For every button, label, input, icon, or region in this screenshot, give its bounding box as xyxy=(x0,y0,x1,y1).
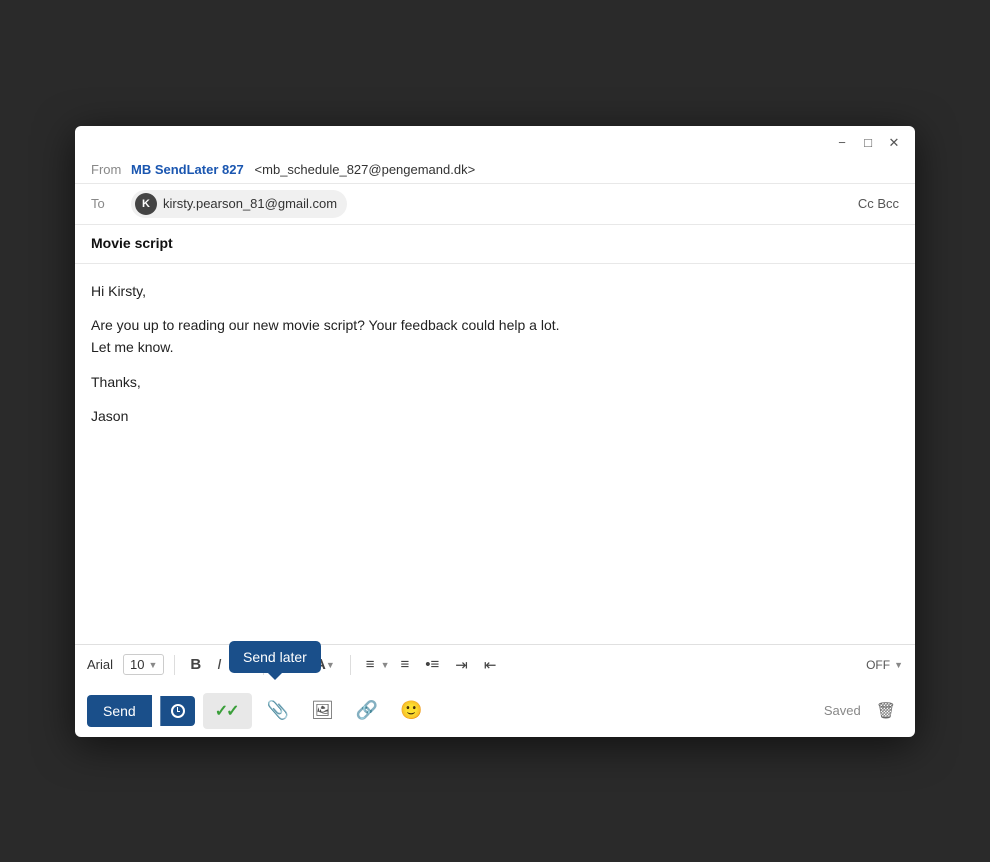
chevron-down-icon: ▼ xyxy=(894,660,903,670)
close-button[interactable]: ✕ xyxy=(885,134,903,152)
checkmark-icon-2: ✓ xyxy=(226,701,239,721)
italic-button[interactable]: I xyxy=(212,653,226,676)
emoji-icon: 🙂 xyxy=(400,700,422,720)
ordered-list-button[interactable]: ≡ xyxy=(395,653,414,676)
delete-button[interactable]: 🗑 xyxy=(869,696,903,726)
send-label: Send xyxy=(103,703,136,719)
sender-name: MB SendLater 827 xyxy=(131,162,244,177)
body-content: Are you up to reading our new movie scri… xyxy=(91,314,899,359)
title-bar: − □ ✕ xyxy=(75,126,915,156)
trash-icon: 🗑 xyxy=(876,703,896,720)
cc-bcc-button[interactable]: Cc Bcc xyxy=(858,196,899,211)
avatar: K xyxy=(135,193,157,215)
insert-emoji-button[interactable]: 🙂 xyxy=(393,695,429,726)
font-name-label: Arial xyxy=(87,657,113,672)
body-thanks: Thanks, xyxy=(91,371,899,393)
image-icon: 🖼 xyxy=(311,700,334,720)
unordered-list-button[interactable]: •≡ xyxy=(420,653,444,676)
recipient-email: kirsty.pearson_81@gmail.com xyxy=(163,196,337,211)
formatting-toolbar: Arial 10 ▼ B I U A ▼ A ▼ ≡ ▼ ≡ •≡ ⇥ xyxy=(75,644,915,685)
chevron-down-icon: ▼ xyxy=(326,660,335,670)
off-label: OFF xyxy=(866,658,890,672)
font-size-dropdown[interactable]: 10 ▼ xyxy=(123,654,164,675)
to-label: To xyxy=(91,196,131,211)
from-row: From MB SendLater 827 <mb_schedule_827@p… xyxy=(75,156,915,184)
send-scheduled-button[interactable] xyxy=(160,696,195,726)
subject-text: Movie script xyxy=(91,235,173,251)
clock-icon xyxy=(171,704,185,718)
action-bar: Send later Send ✓ ✓ 📎 🖼 🔗 🙂 Saved 🗑 xyxy=(75,685,915,737)
align-button[interactable]: ≡ xyxy=(361,653,380,676)
separator-3 xyxy=(350,655,351,675)
chevron-down-icon: ▼ xyxy=(381,660,390,670)
send-later-tooltip: Send later xyxy=(229,641,321,673)
bold-button[interactable]: B xyxy=(185,653,206,676)
sender-email: <mb_schedule_827@pengemand.dk> xyxy=(255,162,476,177)
separator-1 xyxy=(174,655,175,675)
off-toggle[interactable]: OFF ▼ xyxy=(866,658,903,672)
outdent-button[interactable]: ⇤ xyxy=(479,653,502,677)
minimize-button[interactable]: − xyxy=(833,134,851,152)
link-icon: 🔗 xyxy=(356,700,378,720)
paperclip-icon: 📎 xyxy=(267,700,289,720)
saved-text: Saved xyxy=(824,703,861,718)
window-controls: − □ ✕ xyxy=(833,134,903,152)
body-greeting: Hi Kirsty, xyxy=(91,280,899,302)
recipient-chip[interactable]: K kirsty.pearson_81@gmail.com xyxy=(131,190,347,218)
send-button[interactable]: Send xyxy=(87,695,152,727)
email-body[interactable]: Hi Kirsty, Are you up to reading our new… xyxy=(75,264,915,644)
check-button[interactable]: ✓ ✓ xyxy=(203,693,252,729)
from-sender: MB SendLater 827 <mb_schedule_827@pengem… xyxy=(131,162,475,177)
align-group: ≡ ▼ xyxy=(361,653,390,676)
insert-image-button[interactable]: 🖼 xyxy=(304,695,341,726)
attach-file-button[interactable]: 📎 xyxy=(260,695,296,726)
maximize-button[interactable]: □ xyxy=(859,134,877,152)
body-signature: Jason xyxy=(91,405,899,427)
compose-window: − □ ✕ From MB SendLater 827 <mb_schedule… xyxy=(75,126,915,737)
subject-row: Movie script xyxy=(75,225,915,264)
insert-link-button[interactable]: 🔗 xyxy=(349,695,385,726)
indent-button[interactable]: ⇥ xyxy=(450,653,473,677)
from-label: From xyxy=(91,162,131,177)
saved-status: Saved 🗑 xyxy=(824,696,903,726)
font-size-value: 10 xyxy=(130,657,144,672)
chevron-down-icon: ▼ xyxy=(148,660,157,670)
to-row: To K kirsty.pearson_81@gmail.com Cc Bcc xyxy=(75,184,915,225)
